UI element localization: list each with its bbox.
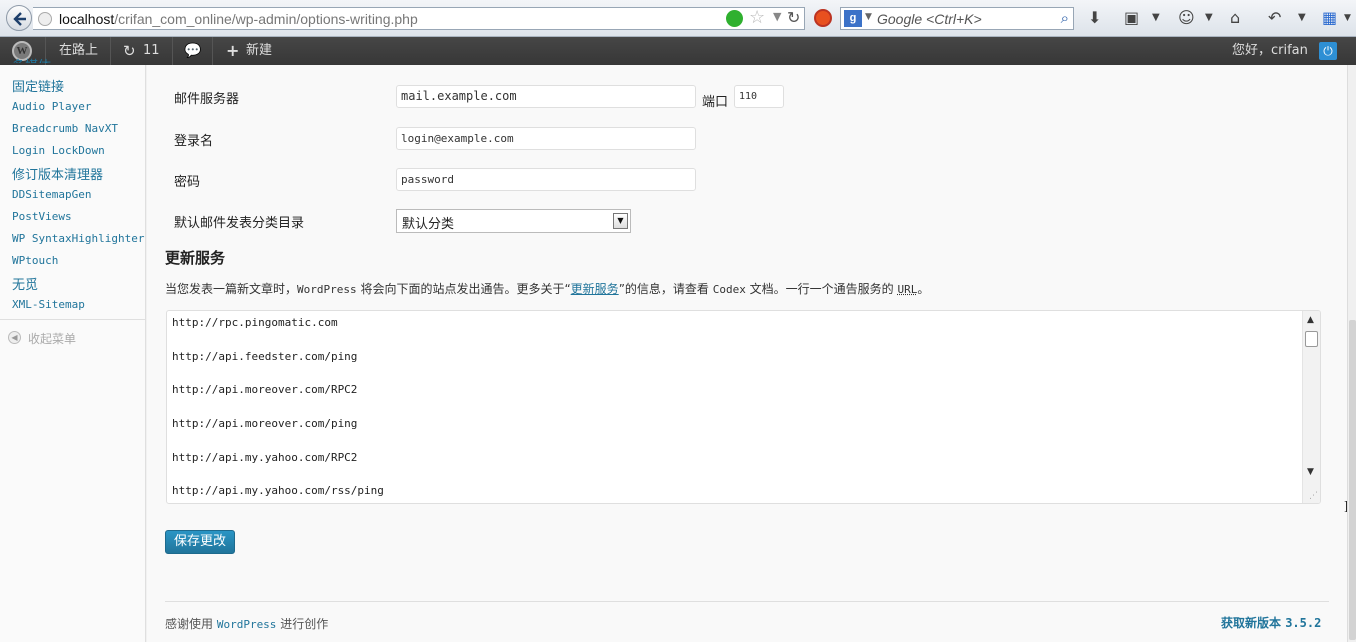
- password-input[interactable]: password: [396, 168, 696, 191]
- ping-site-line: http://rpc.pingomatic.com: [172, 316, 338, 329]
- back-arrow-icon: [13, 12, 26, 26]
- footer-divider: [165, 601, 1329, 602]
- ping-site-line: http://api.feedster.com/ping: [172, 350, 358, 363]
- magnifier-icon[interactable]: ⌕: [1061, 9, 1069, 27]
- google-icon[interactable]: g: [844, 10, 862, 27]
- wp-admin-bar: W 在路上 ↻ 11 💬 + 新建 您好，crifan ⏻: [0, 37, 1356, 65]
- comments-icon[interactable]: 💬: [184, 37, 201, 65]
- dropdown-arrow-icon[interactable]: ▼: [613, 213, 628, 229]
- update-services-heading: 更新服务: [165, 249, 226, 267]
- search-engine-dropdown-icon[interactable]: ▼: [865, 12, 872, 22]
- mail-server-input[interactable]: mail.example.com: [396, 85, 696, 108]
- url-dropdown-icon[interactable]: ▼: [773, 10, 781, 23]
- adminbar-divider: [110, 37, 111, 65]
- site-name-link[interactable]: 在路上: [59, 37, 98, 65]
- updates-count[interactable]: 11: [143, 37, 160, 65]
- password-label: 密码: [174, 175, 201, 190]
- bookmark-star-icon[interactable]: ☆: [749, 7, 765, 28]
- mail-server-label: 邮件服务器: [174, 92, 240, 107]
- ping-site-line: http://api.my.yahoo.com/RPC2: [172, 451, 358, 464]
- scroll-thumb[interactable]: [1305, 331, 1318, 347]
- get-new-version-link[interactable]: 获取新版本 3.5.2: [1221, 614, 1321, 631]
- sidebar-item-postviews[interactable]: PostViews: [12, 210, 72, 223]
- noscript-icon[interactable]: [814, 9, 832, 27]
- sidebar-item-media[interactable]: 多媒体: [12, 55, 51, 63]
- port-label: 端口: [702, 95, 729, 110]
- scroll-up-arrow-icon[interactable]: ▲: [1307, 315, 1314, 325]
- update-services-description: 当您发表一篇新文章时，WordPress 将会向下面的站点发出通告。更多关于“更…: [165, 282, 930, 296]
- sidebar-item-wp-syntaxhighlighter[interactable]: WP SyntaxHighlighter: [12, 232, 144, 245]
- save-changes-button[interactable]: 保存更改: [165, 530, 235, 554]
- port-input[interactable]: 110: [734, 85, 784, 108]
- addon-face-icon[interactable]: ☺: [1178, 8, 1195, 28]
- main-content: 邮件服务器 mail.example.com 端口 110 登录名 login@…: [147, 65, 1350, 642]
- screenshot-dropdown-icon[interactable]: ▼: [1152, 8, 1160, 28]
- share-dropdown-icon[interactable]: ▼: [1298, 8, 1306, 28]
- address-bar[interactable]: localhost/crifan_com_online/wp-admin/opt…: [33, 7, 805, 30]
- sidebar-item-permalinks[interactable]: 固定链接: [12, 76, 64, 95]
- sidebar-item-login-lockdown[interactable]: Login LockDown: [12, 144, 105, 157]
- ping-site-line: http://api.my.yahoo.com/rss/ping: [172, 484, 384, 497]
- download-icon[interactable]: ⬇: [1088, 8, 1101, 28]
- search-bar[interactable]: g ▼ Google <Ctrl+K> ⌕: [840, 7, 1074, 30]
- reload-icon[interactable]: ↻: [787, 8, 800, 27]
- sidebar-item-wumi[interactable]: 无觅: [12, 274, 38, 293]
- sidebar-item-xml-sitemap[interactable]: XML-Sitemap: [12, 298, 85, 311]
- collapse-arrow-icon[interactable]: ◀: [8, 331, 21, 344]
- scroll-down-arrow-icon[interactable]: ▼: [1307, 467, 1314, 477]
- ping-sites-textarea[interactable]: http://rpc.pingomatic.com http://api.fee…: [166, 310, 1321, 504]
- page-scroll-thumb[interactable]: [1349, 320, 1356, 640]
- textarea-scrollbar[interactable]: ▲ ▼: [1302, 311, 1320, 503]
- ping-site-line: http://api.moreover.com/ping: [172, 417, 358, 430]
- account-greeting[interactable]: 您好，crifan: [1232, 37, 1308, 65]
- search-placeholder: Google <Ctrl+K>: [877, 11, 982, 27]
- sidebar-item-wptouch[interactable]: WPtouch: [12, 254, 58, 267]
- collapse-menu-button[interactable]: 收起菜单: [28, 330, 76, 347]
- page-scrollbar[interactable]: [1347, 65, 1356, 642]
- sidebar-item-audio-player[interactable]: Audio Player: [12, 100, 91, 113]
- updates-icon[interactable]: ↻: [123, 37, 136, 65]
- screenshot-icon[interactable]: ▣: [1124, 8, 1139, 28]
- plus-icon[interactable]: +: [226, 37, 239, 65]
- url-text: localhost/crifan_com_online/wp-admin/opt…: [59, 11, 418, 27]
- sidebar-item-revision-cleaner[interactable]: 修订版本清理器: [12, 164, 103, 183]
- sidebar-item-breadcrumb-navxt[interactable]: Breadcrumb NavXT: [12, 122, 118, 135]
- share-icon[interactable]: ↶: [1268, 8, 1281, 28]
- sidebar-divider: [0, 319, 146, 320]
- addon-dropdown-icon[interactable]: ▼: [1205, 8, 1213, 28]
- resize-grip-icon[interactable]: ⋰: [1309, 491, 1318, 501]
- windows-dropdown-icon[interactable]: ▼: [1344, 8, 1351, 28]
- wordpress-link[interactable]: WordPress: [217, 618, 277, 631]
- go-arrow-icon[interactable]: [726, 10, 743, 27]
- selected-category: 默认分类: [402, 217, 455, 232]
- sidebar-item-ddsitemapgen[interactable]: DDSitemapGen: [12, 188, 91, 201]
- default-category-select[interactable]: 默认分类 ▼: [396, 209, 631, 233]
- admin-sidebar-menu: 多媒体 固定链接 Audio Player Breadcrumb NavXT L…: [0, 59, 146, 642]
- ping-site-line: http://api.moreover.com/RPC2: [172, 383, 358, 396]
- footer-thanks: 感谢使用 WordPress 进行创作: [165, 617, 329, 631]
- new-content-link[interactable]: 新建: [246, 37, 272, 65]
- windows-icon[interactable]: ▦: [1322, 8, 1337, 28]
- adminbar-divider: [172, 37, 173, 65]
- home-icon[interactable]: ⌂: [1230, 8, 1240, 28]
- update-services-link[interactable]: 更新服务: [571, 282, 619, 296]
- default-category-label: 默认邮件发表分类目录: [174, 216, 305, 231]
- login-name-input[interactable]: login@example.com: [396, 127, 696, 150]
- adminbar-divider: [212, 37, 213, 65]
- browser-toolbar: localhost/crifan_com_online/wp-admin/opt…: [0, 0, 1356, 37]
- power-logout-icon[interactable]: ⏻: [1319, 42, 1337, 60]
- back-button[interactable]: [6, 5, 32, 31]
- login-name-label: 登录名: [174, 134, 214, 149]
- globe-icon: [38, 12, 52, 26]
